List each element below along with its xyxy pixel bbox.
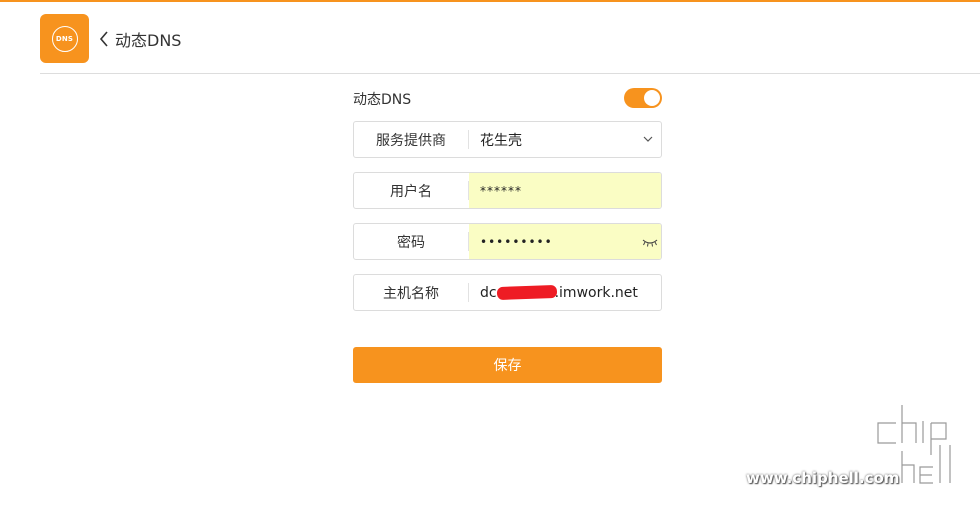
redaction-mark [496, 284, 557, 301]
password-mask: ••••••••• [480, 234, 553, 249]
ddns-toggle-row: 动态DNS [353, 86, 662, 110]
eye-closed-icon[interactable] [642, 238, 658, 247]
provider-selected-text: 花生壳 [480, 132, 522, 149]
hostname-prefix: dc [480, 284, 497, 301]
hostname-field[interactable]: 主机名称 dc .imwork.net [353, 274, 662, 311]
save-button[interactable]: 保存 [353, 347, 662, 383]
hostname-label: 主机名称 [354, 283, 469, 302]
chevron-down-icon [643, 136, 653, 142]
site-watermark: www.chiphell.com [746, 395, 966, 495]
ddns-app-icon: DNS [40, 14, 89, 63]
watermark-url: www.chiphell.com [746, 469, 900, 487]
ddns-toggle-label: 动态DNS [353, 92, 412, 108]
password-label: 密码 [354, 232, 469, 251]
username-field[interactable]: 用户名 ****** [353, 172, 662, 209]
page-header: DNS 动态DNS [0, 2, 980, 74]
provider-select[interactable]: 服务提供商 花生壳 [353, 121, 662, 158]
toggle-knob [644, 90, 660, 106]
username-input[interactable]: ****** [469, 173, 661, 208]
ddns-toggle-switch[interactable] [624, 88, 662, 108]
dns-icon-text: DNS [51, 25, 78, 52]
header-divider [40, 73, 980, 74]
chevron-left-icon [99, 31, 108, 47]
page-title: 动态DNS [115, 31, 182, 50]
password-field[interactable]: 密码 ••••••••• [353, 223, 662, 260]
provider-value[interactable]: 花生壳 [469, 122, 661, 157]
username-label: 用户名 [354, 181, 469, 200]
back-button[interactable]: 动态DNS [99, 28, 181, 50]
hostname-suffix: .imwork.net [554, 284, 638, 301]
provider-label: 服务提供商 [354, 130, 469, 149]
hostname-input[interactable]: dc .imwork.net [469, 275, 661, 310]
password-input[interactable]: ••••••••• [469, 224, 661, 259]
